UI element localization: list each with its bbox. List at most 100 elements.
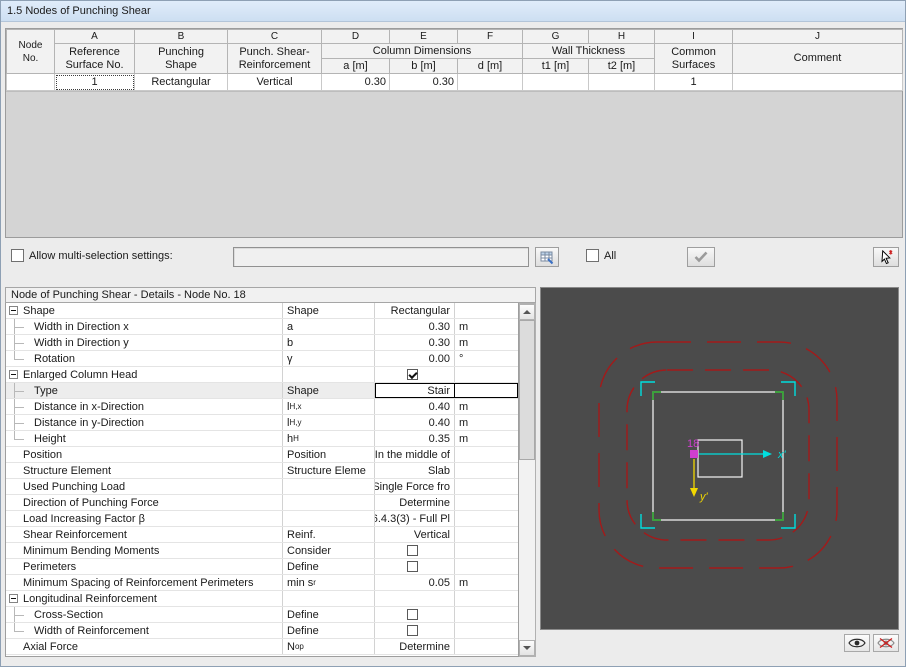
node-number-cell[interactable]: 18	[7, 74, 55, 91]
all-checkbox-icon[interactable]	[586, 249, 599, 262]
column-header-punching-shape[interactable]: Punching Shape	[135, 44, 228, 74]
select-node-graphically-button[interactable]	[873, 247, 899, 267]
details-value[interactable]: Slab	[375, 463, 455, 478]
all-checkbox[interactable]: All	[586, 249, 616, 262]
details-row[interactable]: Enlarged Column Head	[6, 367, 518, 383]
details-row[interactable]: Rotationγ0.00°	[6, 351, 518, 367]
column-header-node-no[interactable]: Node No.	[7, 30, 55, 74]
details-value[interactable]: Stair	[375, 383, 455, 398]
column-letter-b[interactable]: B	[135, 30, 228, 44]
unchecked-checkbox-icon[interactable]	[407, 609, 418, 620]
reference-surface-cell[interactable]: 1	[55, 74, 135, 91]
details-value[interactable]: 0.40	[375, 399, 455, 414]
collapse-group-icon[interactable]	[9, 370, 18, 379]
details-value[interactable]	[375, 607, 455, 622]
column-letter-a[interactable]: A	[55, 30, 135, 44]
column-header-comment[interactable]: Comment	[733, 44, 903, 74]
details-value[interactable]	[375, 623, 455, 638]
allow-multi-selection-checkbox[interactable]: Allow multi-selection settings:	[11, 249, 173, 262]
details-value[interactable]: 0.30	[375, 319, 455, 334]
details-row[interactable]: HeighthH0.35m	[6, 431, 518, 447]
details-row[interactable]: Width of ReinforcementDefine	[6, 623, 518, 639]
details-value[interactable]	[375, 559, 455, 574]
column-group-wall-thickness[interactable]: Wall Thickness	[523, 44, 655, 59]
column-letter-d[interactable]: D	[322, 30, 390, 44]
dimension-b-cell[interactable]: 0.30	[390, 74, 458, 91]
shear-reinforcement-cell[interactable]: Vertical	[228, 74, 322, 91]
scrollbar-thumb[interactable]	[519, 320, 535, 460]
scroll-up-button[interactable]	[519, 304, 535, 320]
details-row[interactable]: Load Increasing Factor β6.4.3(3) - Full …	[6, 511, 518, 527]
details-value[interactable]: 0.30	[375, 335, 455, 350]
details-scrollbar[interactable]	[519, 303, 536, 657]
details-value[interactable]	[375, 543, 455, 558]
details-row[interactable]: TypeShapeStair	[6, 383, 518, 399]
details-row[interactable]: Minimum Bending MomentsConsider	[6, 543, 518, 559]
details-value[interactable]: 0.35	[375, 431, 455, 446]
unchecked-checkbox-icon[interactable]	[407, 561, 418, 572]
column-letter-f[interactable]: F	[458, 30, 523, 44]
multi-selection-input[interactable]	[233, 247, 529, 267]
column-header-d[interactable]: d [m]	[458, 59, 523, 74]
collapse-group-icon[interactable]	[9, 594, 18, 603]
checkbox-icon[interactable]	[11, 249, 24, 262]
details-value[interactable]	[375, 367, 455, 382]
dimension-a-cell[interactable]: 0.30	[322, 74, 390, 91]
details-value[interactable]: 6.4.3(3) - Full Pl	[375, 511, 455, 526]
column-header-shear-reinforcement[interactable]: Punch. Shear- Reinforcement	[228, 44, 322, 74]
details-value[interactable]: Determine	[375, 495, 455, 510]
details-value[interactable]: Rectangular	[375, 303, 455, 318]
details-row[interactable]: Shear ReinforcementReinf.Vertical	[6, 527, 518, 543]
details-row[interactable]: ShapeShapeRectangular	[6, 303, 518, 319]
column-header-common-surfaces[interactable]: Common Surfaces	[655, 44, 733, 74]
details-value[interactable]	[375, 591, 455, 606]
details-row[interactable]: Minimum Spacing of Reinforcement Perimet…	[6, 575, 518, 591]
details-value[interactable]: Single Force fro	[375, 479, 455, 494]
thickness-t1-cell[interactable]	[523, 74, 589, 91]
show-picture-button[interactable]	[844, 634, 870, 652]
checked-checkbox-icon[interactable]	[407, 369, 418, 380]
details-value[interactable]: 0.00	[375, 351, 455, 366]
details-row[interactable]: Direction of Punching ForceDetermine	[6, 495, 518, 511]
column-header-reference-surface[interactable]: Reference Surface No.	[55, 44, 135, 74]
details-value[interactable]: In the middle of	[375, 447, 455, 462]
details-row[interactable]: Distance in y-DirectionlH,y0.40m	[6, 415, 518, 431]
column-header-t1[interactable]: t1 [m]	[523, 59, 589, 74]
column-letter-h[interactable]: H	[589, 30, 655, 44]
details-row[interactable]: Used Punching LoadSingle Force fro	[6, 479, 518, 495]
scroll-down-button[interactable]	[519, 640, 535, 656]
apply-settings-to-table-button[interactable]	[535, 247, 559, 267]
column-letter-g[interactable]: G	[523, 30, 589, 44]
details-value[interactable]: Determine	[375, 639, 455, 654]
column-header-t2[interactable]: t2 [m]	[589, 59, 655, 74]
apply-button[interactable]	[687, 247, 715, 267]
column-letter-i[interactable]: I	[655, 30, 733, 44]
node-row-18[interactable]: 18 1 Rectangular Vertical 0.30 0.30 1	[7, 74, 903, 91]
dimension-d-cell[interactable]	[458, 74, 523, 91]
thickness-t2-cell[interactable]	[589, 74, 655, 91]
comment-cell[interactable]	[733, 74, 903, 91]
details-value[interactable]: Vertical	[375, 527, 455, 542]
unchecked-checkbox-icon[interactable]	[407, 545, 418, 556]
column-header-b[interactable]: b [m]	[390, 59, 458, 74]
details-row[interactable]: Distance in x-DirectionlH,x0.40m	[6, 399, 518, 415]
details-value[interactable]: 0.05	[375, 575, 455, 590]
common-surfaces-cell[interactable]: 1	[655, 74, 733, 91]
details-row[interactable]: Width in Direction xa0.30m	[6, 319, 518, 335]
details-row[interactable]: Structure ElementStructure ElemeSlab	[6, 463, 518, 479]
details-value[interactable]: 0.40	[375, 415, 455, 430]
details-row[interactable]: Width in Direction yb0.30m	[6, 335, 518, 351]
details-row[interactable]: PositionPositionIn the middle of	[6, 447, 518, 463]
column-group-column-dimensions[interactable]: Column Dimensions	[322, 44, 523, 59]
details-row[interactable]: Axial ForceNopDetermine	[6, 639, 518, 655]
details-row[interactable]: Longitudinal Reinforcement	[6, 591, 518, 607]
details-row[interactable]: Cross-SectionDefine	[6, 607, 518, 623]
details-row[interactable]: PerimetersDefine	[6, 559, 518, 575]
column-letter-e[interactable]: E	[390, 30, 458, 44]
column-letter-j[interactable]: J	[733, 30, 903, 44]
collapse-group-icon[interactable]	[9, 306, 18, 315]
column-header-a[interactable]: a [m]	[322, 59, 390, 74]
column-letter-c[interactable]: C	[228, 30, 322, 44]
unchecked-checkbox-icon[interactable]	[407, 625, 418, 636]
hide-picture-button[interactable]	[873, 634, 899, 652]
